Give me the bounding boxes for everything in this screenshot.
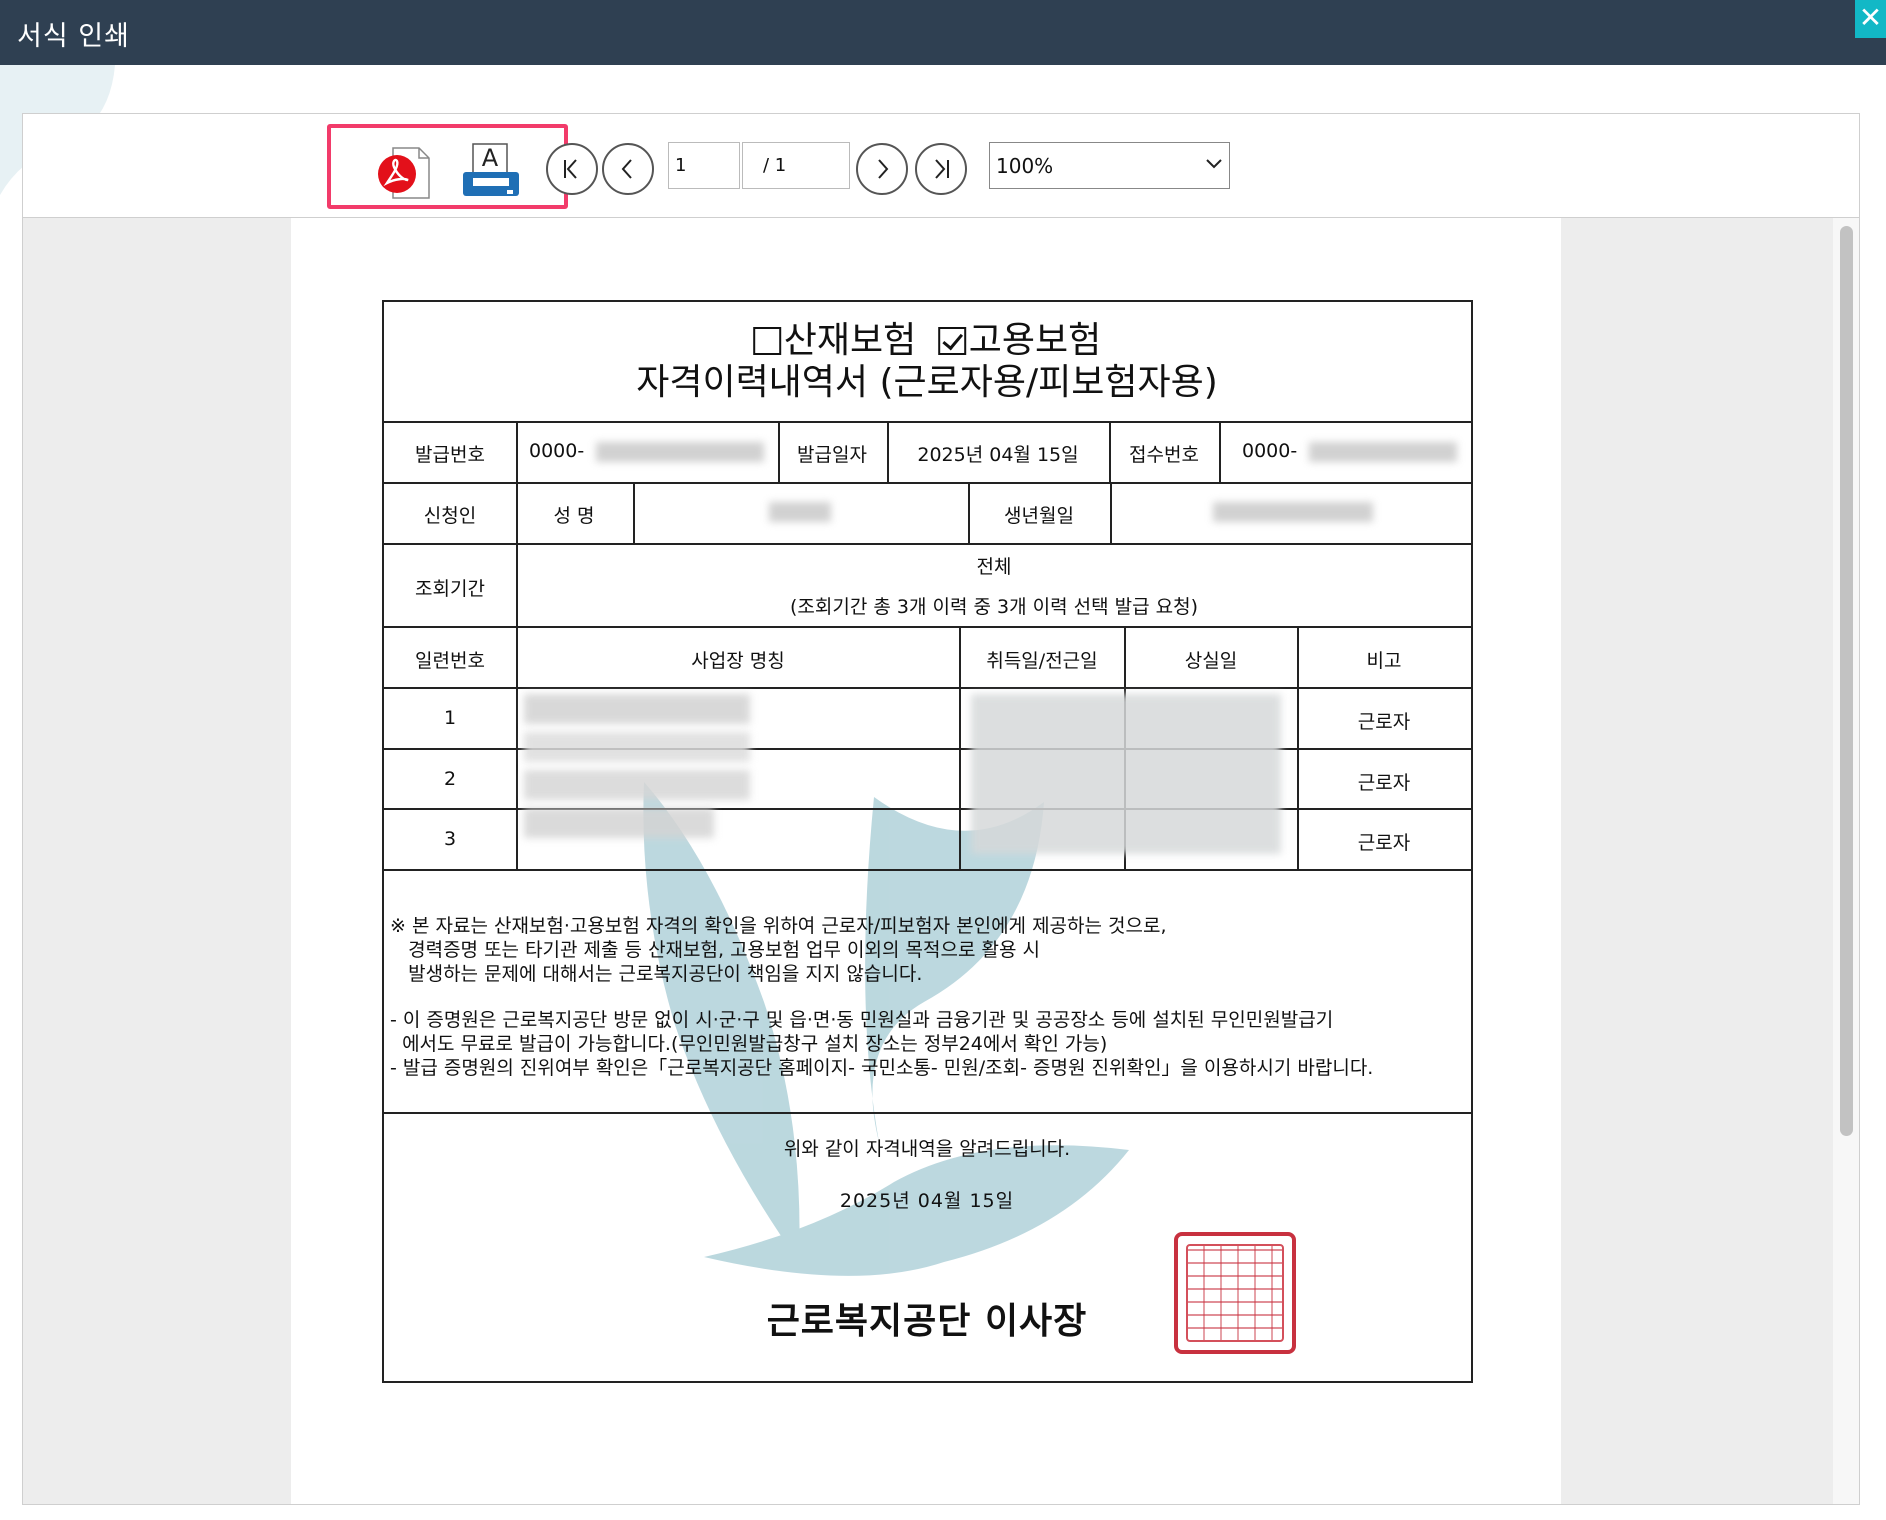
redacted-workplace: [524, 694, 750, 724]
document-title: 산재보험 고용보험 자격이력내역서 (근로자용/피보험자용): [636, 320, 1218, 404]
close-button[interactable]: ✕: [1855, 0, 1886, 38]
close-icon: ✕: [1858, 1, 1883, 34]
viewer-toolbar: A 1 / 1 100%: [23, 114, 1859, 218]
period-value: 전체: [976, 556, 1012, 578]
title-line-2: 자격이력내역서 (근로자용/피보험자용): [636, 362, 1218, 403]
certificate-document: 산재보험 고용보험 자격이력내역서 (근로자용/피보험자용) 발급번호 0000…: [382, 300, 1473, 1383]
header-lost: 상실일: [1184, 650, 1238, 672]
redacted-dates: [971, 694, 1281, 854]
first-page-button[interactable]: [546, 143, 598, 195]
prev-page-button[interactable]: [602, 143, 654, 195]
zoom-select[interactable]: 100%: [989, 142, 1230, 189]
viewer-content: 산재보험 고용보험 자격이력내역서 (근로자용/피보험자용) 발급번호 0000…: [23, 218, 1859, 1504]
period-note: (조회기간 총 3개 이력 중 3개 이력 선택 발급 요청): [790, 596, 1198, 618]
closing-date: 2025년 04월 15일: [839, 1190, 1015, 1212]
page-number-input[interactable]: 1: [668, 142, 740, 189]
last-page-button[interactable]: [915, 143, 967, 195]
checkbox-industrial-accident: [752, 327, 781, 355]
pdf-icon[interactable]: [373, 144, 433, 204]
table-row-remark: 근로자: [1357, 772, 1411, 794]
first-page-icon: [564, 159, 577, 179]
next-page-icon: [878, 159, 889, 179]
window-title: 서식 인쇄: [17, 21, 130, 52]
receipt-no-value: 0000-: [1242, 440, 1298, 462]
applicant-label: 신청인: [423, 505, 477, 527]
title-option-2: 고용보험: [968, 320, 1102, 361]
issue-date-label: 발급일자: [797, 444, 867, 466]
notice-issuance-info: - 이 증명원은 근로복지공단 방문 없이 시·군·구 및 읍·면·동 민원실과…: [390, 1009, 1374, 1079]
print-icon[interactable]: A: [459, 140, 523, 204]
name-label: 성 명: [553, 505, 595, 527]
window-titlebar: 서식 인쇄 ✕: [0, 0, 1886, 65]
table-row-serial: 2: [443, 768, 457, 790]
table-row-serial: 1: [443, 707, 457, 729]
report-viewer: A 1 / 1 100% 산재보험 고용보험 자격이력내역서 (근로자용/피보험…: [22, 113, 1860, 1505]
redacted-receipt-no: [1309, 442, 1457, 462]
table-row-serial: 3: [443, 828, 457, 850]
official-seal: [1174, 1232, 1296, 1354]
notice-disclaimer: ※ 본 자료는 산재보험·고용보험 자격의 확인을 위하여 근로자/피보험자 본…: [390, 915, 1167, 985]
header-acquired: 취득일/전근일: [986, 650, 1098, 672]
header-remark: 비고: [1366, 650, 1402, 672]
svg-text:A: A: [482, 144, 499, 172]
redacted-workplace: [524, 732, 750, 762]
redacted-workplace: [524, 808, 714, 838]
last-page-icon: [935, 159, 949, 179]
redacted-workplace: [524, 770, 750, 800]
chevron-down-icon: [1206, 159, 1222, 169]
next-page-button[interactable]: [856, 143, 908, 195]
prev-page-icon: [621, 159, 632, 179]
period-label: 조회기간: [415, 578, 485, 600]
birth-label: 생년월일: [1004, 505, 1074, 527]
redacted-birth: [1213, 502, 1373, 522]
title-option-1: 산재보험: [783, 320, 917, 361]
signer-name: 근로복지공단 이사장: [766, 1301, 1088, 1342]
zoom-value: 100%: [996, 154, 1054, 178]
export-print-highlight: [327, 124, 568, 209]
table-row-remark: 근로자: [1357, 832, 1411, 854]
header-workplace: 사업장 명칭: [691, 650, 785, 672]
header-serial: 일련번호: [415, 650, 485, 672]
vertical-scrollbar[interactable]: [1833, 218, 1859, 1504]
redacted-name: [769, 502, 831, 522]
redacted-issue-no: [596, 442, 764, 462]
checkbox-employment-insurance: [937, 327, 966, 355]
table-row-remark: 근로자: [1357, 711, 1411, 733]
scrollbar-thumb[interactable]: [1840, 226, 1853, 1136]
issue-date-value: 2025년 04월 15일: [917, 444, 1079, 466]
issue-no-label: 발급번호: [415, 444, 485, 466]
closing-statement: 위와 같이 자격내역을 알려드립니다.: [783, 1138, 1071, 1160]
receipt-no-label: 접수번호: [1129, 444, 1199, 466]
page-total: / 1: [742, 142, 850, 189]
issue-no-value: 0000-: [529, 440, 585, 462]
